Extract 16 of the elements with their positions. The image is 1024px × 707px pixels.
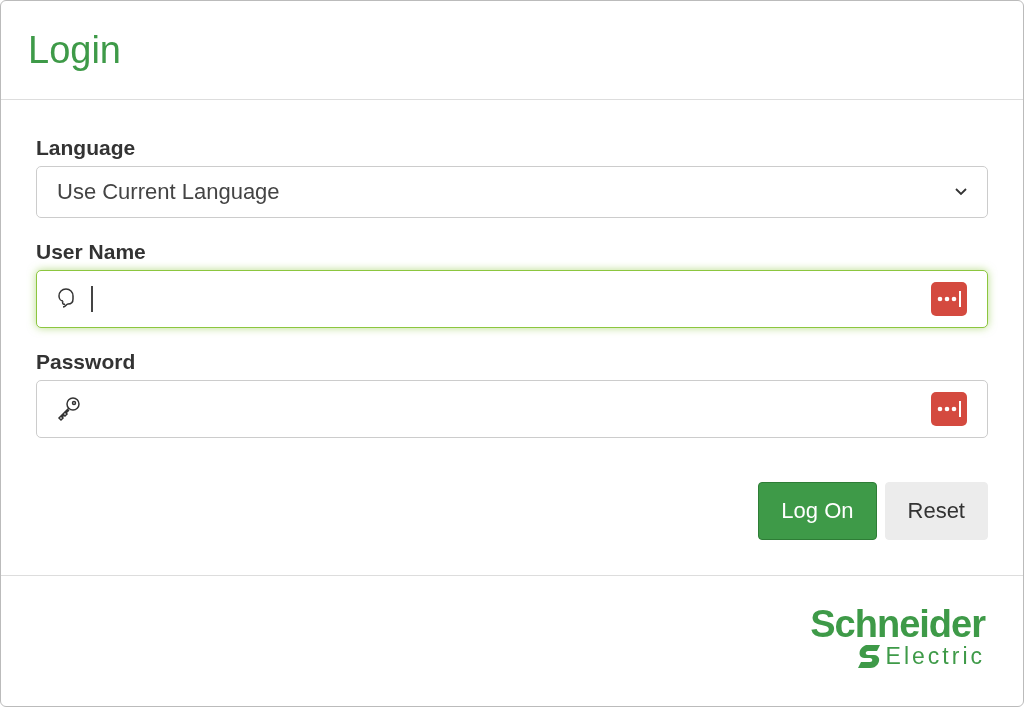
key-icon [57, 396, 81, 422]
field-label: Password [36, 350, 137, 374]
password-manager-icon[interactable] [931, 392, 967, 426]
reset-button[interactable]: Reset [884, 482, 988, 540]
chevron-down-icon [955, 188, 967, 196]
log-on-button[interactable]: Log On [758, 482, 877, 540]
field-label: Language [36, 136, 137, 160]
head-icon [57, 287, 77, 311]
logo-tagline: Electric [885, 644, 985, 668]
dialog-title: Login [28, 28, 121, 72]
logo-wordmark: Schneider [810, 605, 985, 643]
language-select[interactable]: Use Current Language [36, 166, 988, 218]
username-field[interactable] [36, 270, 988, 328]
password-manager-icon[interactable] [931, 282, 967, 316]
field-label: User Name [36, 240, 147, 264]
password-field[interactable] [36, 380, 988, 438]
